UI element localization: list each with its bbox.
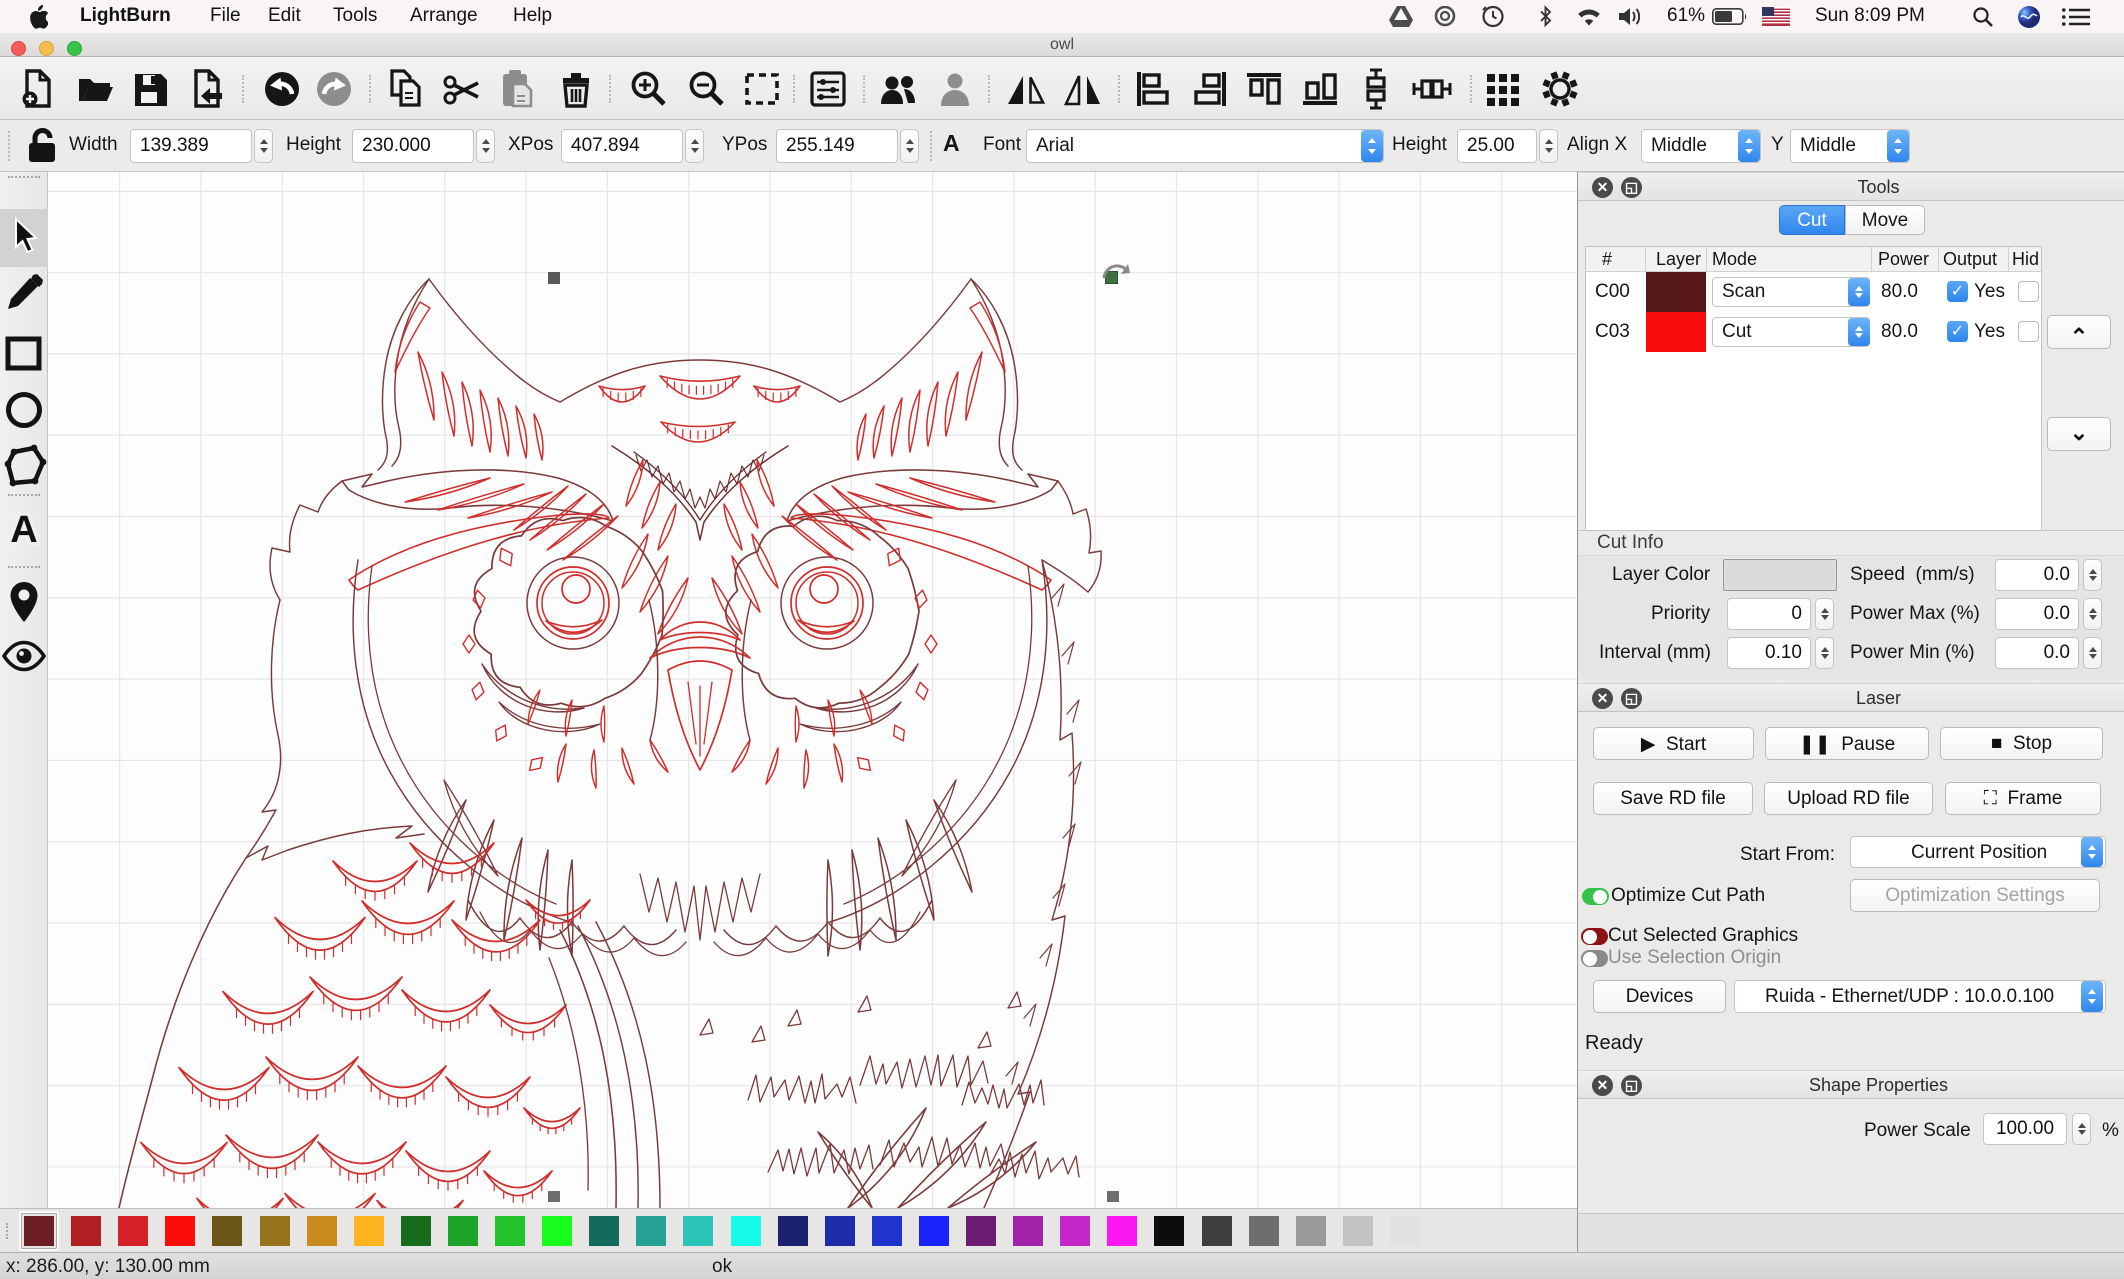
- svg-text:A: A: [10, 509, 37, 551]
